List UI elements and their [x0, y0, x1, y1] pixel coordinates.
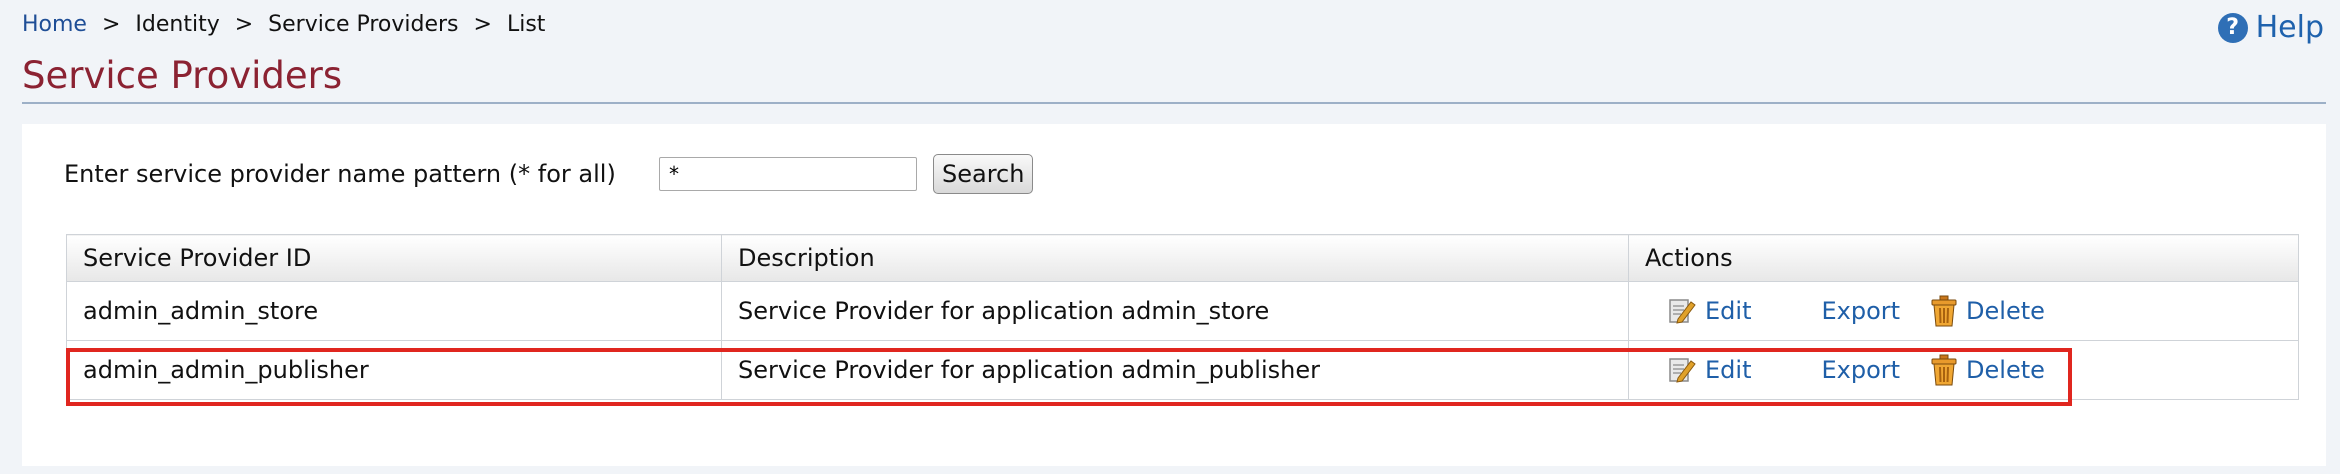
breadcrumb-item-service-providers: Service Providers [268, 12, 459, 37]
search-form: Enter service provider name pattern (* f… [64, 154, 1034, 194]
edit-icon [1667, 355, 1697, 385]
table-row: admin_admin_publisher Service Provider f… [66, 340, 2299, 400]
help-label: Help [2255, 10, 2324, 45]
table-header-row: Service Provider ID Description Actions [66, 234, 2299, 282]
help-link[interactable]: ? Help [2217, 10, 2324, 45]
edit-label: Edit [1705, 297, 1752, 325]
delete-label: Delete [1966, 356, 2045, 384]
cell-sp-description: Service Provider for application admin_s… [721, 281, 1629, 341]
breadcrumb: Home > Identity > Service Providers > Li… [22, 12, 545, 37]
column-header-actions: Actions [1628, 234, 2299, 282]
cell-sp-id: admin_admin_store [66, 281, 722, 341]
breadcrumb-separator: > [234, 12, 254, 37]
table-row: admin_admin_store Service Provider for a… [66, 281, 2299, 341]
trash-icon [1930, 354, 1958, 386]
title-divider [22, 102, 2326, 104]
edit-button[interactable]: Edit [1667, 296, 1751, 326]
delete-label: Delete [1966, 297, 2045, 325]
breadcrumb-separator: > [101, 12, 121, 37]
delete-button[interactable]: Delete [1930, 354, 2045, 386]
trash-icon [1930, 295, 1958, 327]
breadcrumb-home-link[interactable]: Home [22, 12, 87, 37]
breadcrumb-separator: > [473, 12, 492, 37]
page-title: Service Providers [22, 54, 343, 97]
delete-button[interactable]: Delete [1930, 295, 2045, 327]
export-link[interactable]: Export [1821, 297, 1900, 325]
column-header-id: Service Provider ID [66, 234, 722, 282]
content-panel: Enter service provider name pattern (* f… [22, 124, 2326, 466]
cell-actions: Edit Export Delete [1628, 281, 2299, 341]
edit-icon [1667, 296, 1697, 326]
search-button[interactable]: Search [933, 154, 1034, 194]
search-input[interactable] [659, 157, 917, 191]
cell-sp-id: admin_admin_publisher [66, 340, 722, 400]
service-providers-table: Service Provider ID Description Actions … [66, 234, 2299, 400]
breadcrumb-item-list: List [506, 12, 546, 37]
edit-button[interactable]: Edit [1667, 355, 1751, 385]
cell-sp-description: Service Provider for application admin_p… [721, 340, 1629, 400]
cell-actions: Edit Export Delete [1628, 340, 2299, 400]
breadcrumb-item-identity: Identity [135, 12, 220, 37]
export-link[interactable]: Export [1821, 356, 1900, 384]
help-icon: ? [2217, 12, 2248, 43]
search-label: Enter service provider name pattern (* f… [64, 160, 616, 188]
edit-label: Edit [1705, 356, 1752, 384]
column-header-description: Description [721, 234, 1629, 282]
